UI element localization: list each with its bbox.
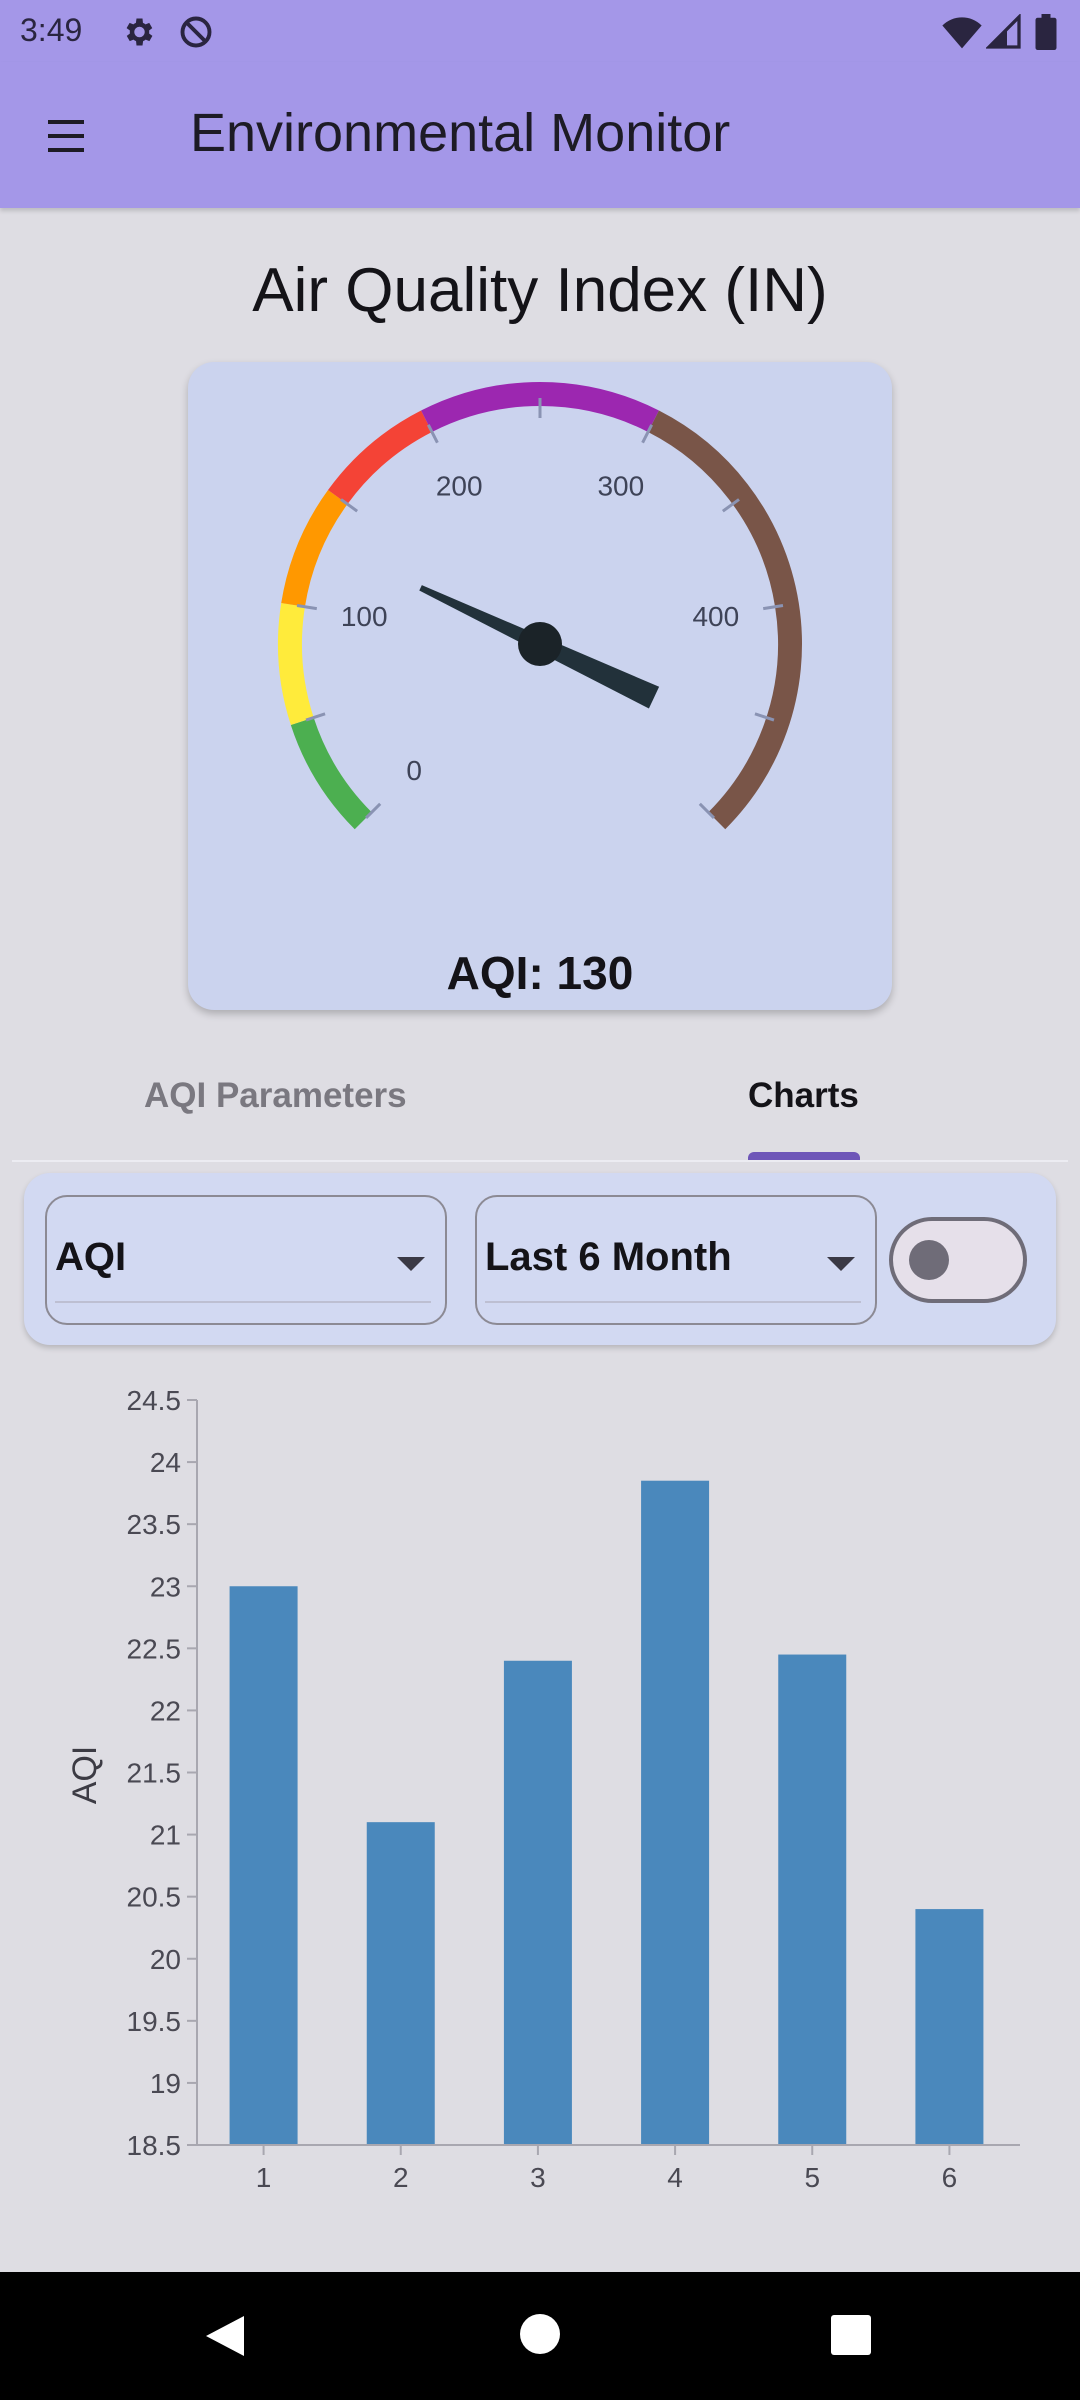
x-tick-label: 2 <box>393 2162 409 2193</box>
gauge-band-1 <box>290 717 372 830</box>
y-tick-label: 23.5 <box>127 1509 182 1540</box>
y-tick-label: 20 <box>150 1944 181 1975</box>
dropdown-underline <box>55 1301 431 1303</box>
signal-icon <box>986 14 1021 49</box>
gauge-band-4 <box>328 410 433 505</box>
gauge-tick-label: 300 <box>597 470 644 501</box>
y-tick-label: 22 <box>150 1695 181 1726</box>
aqi-gauge: 0 100 200 300 400 <box>278 382 802 830</box>
y-tick-label: 24 <box>150 1447 181 1478</box>
y-tick-label: 20.5 <box>127 1882 182 1913</box>
y-tick-label: 18.5 <box>127 2130 182 2161</box>
y-tick-label: 22.5 <box>127 1633 182 1664</box>
battery-icon <box>1035 14 1057 50</box>
x-tick-label: 1 <box>256 2162 272 2193</box>
aqi-bar-chart: 18.51919.52020.52121.52222.52323.52424.5… <box>66 1385 1020 2193</box>
bar-1 <box>229 1586 298 2145</box>
wifi-icon <box>942 17 982 49</box>
x-tick-label: 6 <box>942 2162 958 2193</box>
toggle-knob <box>909 1240 949 1280</box>
y-tick-label: 23 <box>150 1571 181 1602</box>
no-disturb-icon <box>180 16 212 48</box>
status-bar: 3:49 <box>0 0 1080 62</box>
gauge-tick-label: 100 <box>341 601 388 632</box>
menu-button[interactable] <box>36 106 106 166</box>
aqi-section-title: Air Quality Index (IN) <box>252 256 828 325</box>
x-tick-label: 3 <box>530 2162 546 2193</box>
gauge-band-2 <box>278 603 314 725</box>
y-tick-label: 19 <box>150 2068 181 2099</box>
gauge-tick-label: 200 <box>436 470 483 501</box>
system-nav-bar <box>0 2272 1080 2400</box>
app-title: Environmental Monitor <box>190 103 731 163</box>
x-tick-label: 4 <box>667 2162 683 2193</box>
bar-4 <box>641 1480 710 2145</box>
gauge-tick-label: 400 <box>692 601 739 632</box>
recents-icon[interactable] <box>830 2314 872 2356</box>
period-dropdown-value: Last 6 Month <box>485 1235 732 1279</box>
period-dropdown[interactable]: Last 6 Month <box>475 1195 877 1325</box>
chevron-down-icon <box>397 1257 425 1271</box>
bar-2 <box>366 1822 435 2145</box>
bar-6 <box>915 1909 984 2145</box>
y-tick-label: 24.5 <box>127 1385 182 1416</box>
parameter-dropdown[interactable]: AQI <box>45 1195 447 1325</box>
tab-aqi-parameters[interactable]: AQI Parameters <box>144 1076 407 1116</box>
hamburger-menu-icon <box>48 120 84 152</box>
aqi-value-label: AQI: 130 <box>446 947 634 999</box>
y-tick-label: 19.5 <box>127 2006 182 2037</box>
tab-indicator <box>748 1152 860 1160</box>
tab-bar: AQI Parameters Charts <box>12 1050 1068 1162</box>
app-bar: Environmental Monitor <box>0 62 1080 208</box>
y-tick-label: 21 <box>150 1820 181 1851</box>
chart-filter-card: AQI Last 6 Month <box>24 1173 1056 1345</box>
gear-icon <box>126 18 153 46</box>
status-time: 3:49 <box>20 12 83 48</box>
aqi-gauge-card: 0 100 200 300 400 AQI: 130 <box>188 362 892 1010</box>
home-icon[interactable] <box>518 2312 562 2356</box>
back-icon[interactable] <box>200 2312 248 2360</box>
gauge-tick-label: 0 <box>406 755 422 786</box>
dropdown-underline <box>485 1301 861 1303</box>
y-axis-label: AQI <box>66 1746 104 1805</box>
bar-5 <box>778 1654 847 2145</box>
x-tick-label: 5 <box>804 2162 820 2193</box>
gauge-band-3 <box>281 490 348 607</box>
bar-3 <box>503 1660 572 2145</box>
chart-toggle-switch[interactable] <box>889 1217 1027 1303</box>
gauge-needle-hub <box>518 622 562 666</box>
y-tick-label: 21.5 <box>127 1758 182 1789</box>
parameter-dropdown-value: AQI <box>55 1235 127 1279</box>
tab-charts[interactable]: Charts <box>748 1076 859 1116</box>
chevron-down-icon <box>827 1257 855 1271</box>
